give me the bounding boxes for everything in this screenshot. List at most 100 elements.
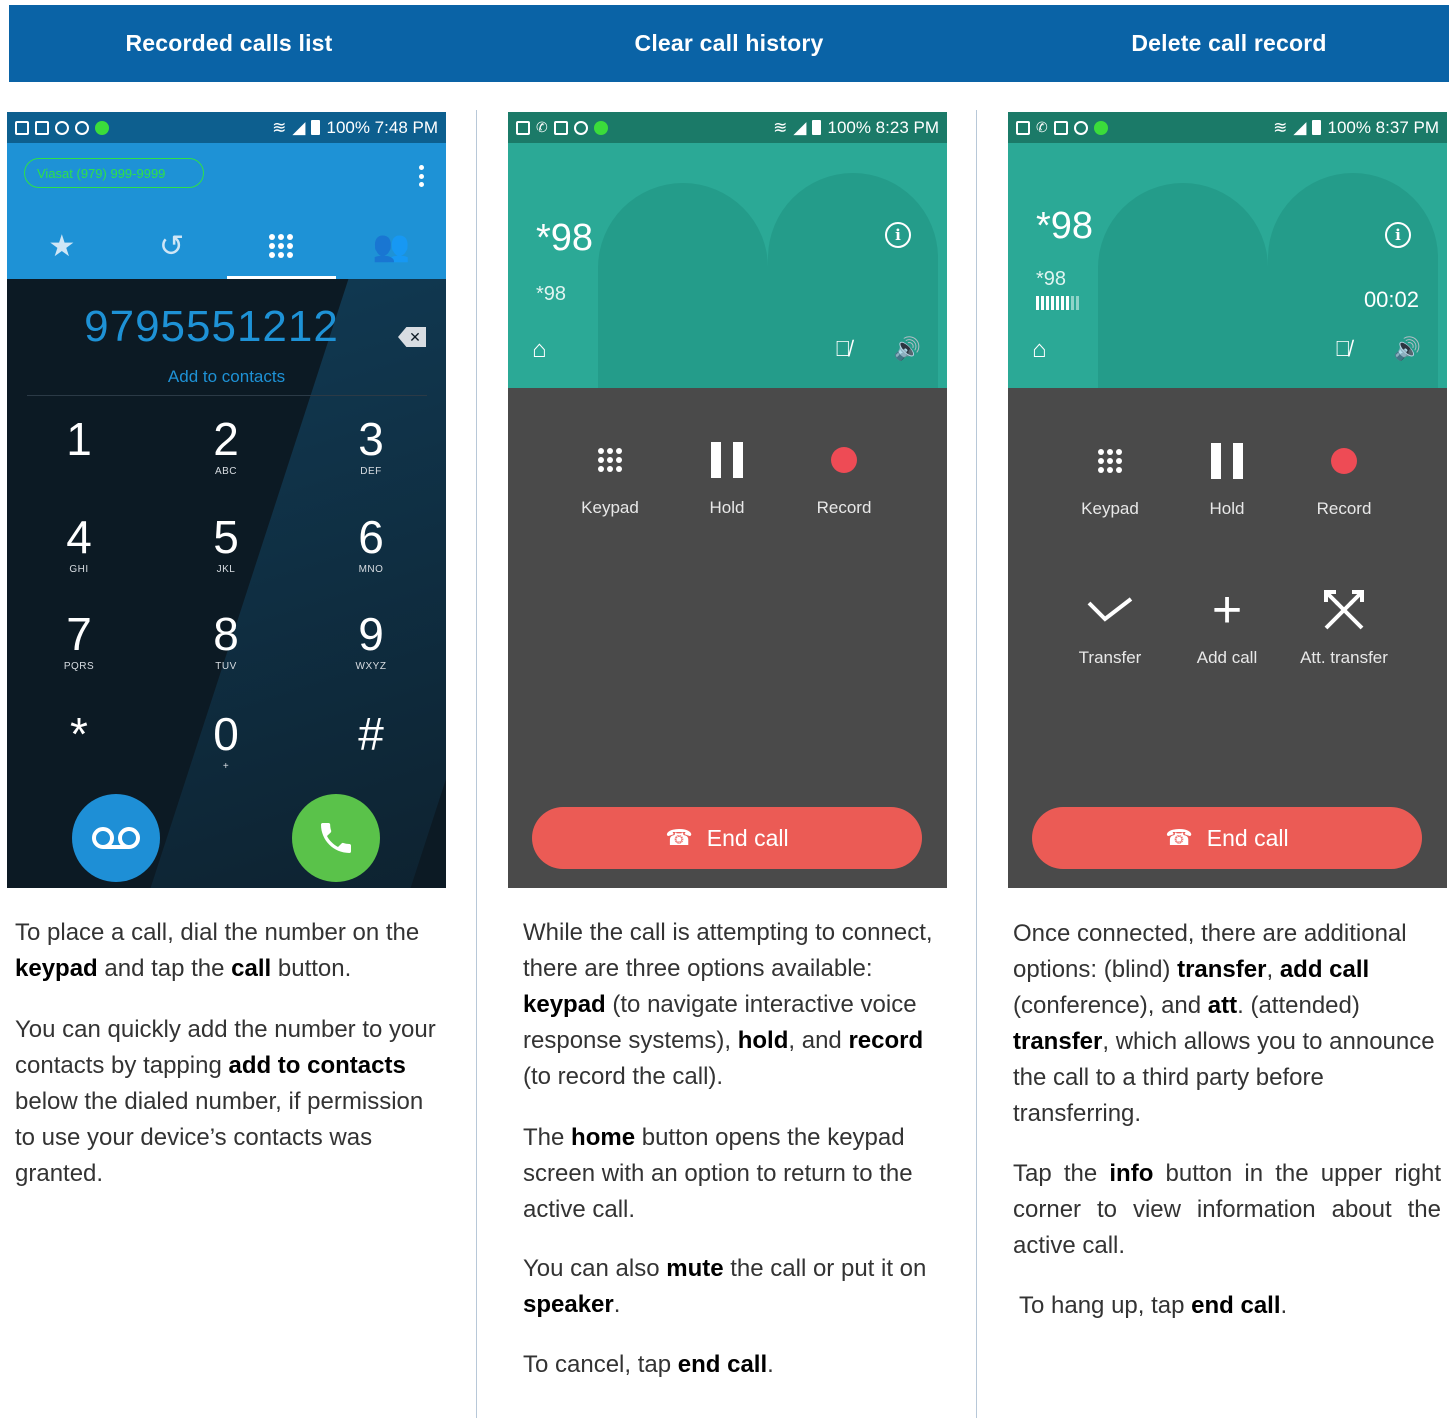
dialer-description-1: To place a call, dial the number on the …	[15, 919, 420, 982]
info-icon[interactable]: i	[1385, 222, 1411, 248]
notification-icon	[35, 120, 49, 135]
key-4[interactable]: 4 GHI	[19, 510, 139, 600]
info-icon[interactable]: i	[885, 222, 911, 248]
home-icon[interactable]: ⌂	[532, 336, 547, 364]
hold-label: Hold	[709, 498, 745, 517]
dialer-description-2: You can quickly add the number to your c…	[15, 1016, 436, 1187]
star-icon: ★	[48, 229, 76, 263]
record-label: Record	[816, 498, 872, 517]
transfer-icon	[1087, 597, 1133, 622]
end-call-button[interactable]: ☎ End call	[1032, 807, 1422, 869]
key-9[interactable]: 9 WXYZ	[311, 607, 431, 697]
attended-transfer-label: Att. transfer	[1300, 648, 1388, 667]
voicemail-button[interactable]	[72, 794, 160, 882]
status-right: ≋ ◢ 100% 8:23 PM	[773, 118, 939, 138]
hold-label: Hold	[1209, 499, 1245, 518]
tab-favorites[interactable]: ★	[7, 213, 117, 279]
record-icon	[831, 447, 857, 473]
dialer-top-bar: Viasat (979) 999-9999 ★ ↺ 👥	[7, 143, 446, 279]
status-bar: ✆ ≋ ◢ 100% 8:37 PM	[1008, 112, 1447, 143]
history-icon: ↺	[159, 229, 185, 263]
transfer-option[interactable]: Transfer	[1050, 582, 1170, 668]
notification-icon	[573, 120, 588, 135]
tab-recents[interactable]: ↺	[117, 213, 227, 279]
key-1[interactable]: 1	[19, 412, 139, 502]
keypad-option[interactable]: Keypad	[550, 432, 670, 518]
dialed-number: 9795551212	[84, 302, 339, 351]
add-to-contacts-link[interactable]: Add to contacts	[7, 367, 446, 387]
voicemail-icon	[92, 827, 140, 849]
divider	[27, 395, 427, 396]
plus-icon: +	[1211, 581, 1243, 639]
connected-description-1: Once connected, there are additional opt…	[1013, 920, 1435, 1127]
connected-call-screenshot: ✆ ≋ ◢ 100% 8:37 PM *98 *98 00:02 i ⌂ 🎙̸ …	[1008, 112, 1447, 888]
key-7[interactable]: 7 PQRS	[19, 607, 139, 697]
carrier-selector[interactable]: Viasat (979) 999-9999	[24, 158, 204, 188]
hold-option[interactable]: Hold	[1167, 433, 1287, 519]
tab-keypad[interactable]	[226, 213, 337, 279]
notification-icons: ✆	[516, 119, 608, 136]
key-5[interactable]: 5 JKL	[166, 510, 286, 600]
status-right: ≋ ◢ 100% 7:48 PM	[272, 118, 438, 138]
end-call-button[interactable]: ☎ End call	[532, 807, 922, 869]
call-timer: 00:02	[1363, 287, 1419, 312]
green-dot-icon	[95, 120, 109, 135]
connecting-description-3: You can also mute the call or put it on …	[523, 1255, 927, 1318]
wifi-icon: ≋	[773, 117, 788, 137]
key-8[interactable]: 8 TUV	[166, 607, 286, 697]
silhouette-graphic	[598, 183, 768, 388]
status-time: 100% 7:48 PM	[326, 117, 438, 137]
keypad-option[interactable]: Keypad	[1050, 433, 1170, 519]
key-star[interactable]: *	[19, 707, 139, 797]
column-divider	[476, 110, 477, 1418]
battery-icon	[812, 120, 822, 135]
call-number: *98	[536, 217, 594, 259]
call-header: *98 *98 00:02 i ⌂ 🎙̸ 🔊	[1008, 143, 1447, 388]
tab-contacts[interactable]: 👥	[336, 213, 446, 279]
speaker-icon[interactable]: 🔊	[894, 336, 921, 362]
status-time: 100% 8:23 PM	[827, 117, 939, 137]
key-2[interactable]: 2 ABC	[166, 412, 286, 502]
call-quality-indicator	[1036, 296, 1079, 310]
signal-icon: ◢	[793, 117, 807, 137]
connected-description-3: To hang up, tap end call.	[1019, 1292, 1288, 1319]
header-clear-call-history[interactable]: Clear call history	[509, 5, 949, 82]
status-bar: ≋ ◢ 100% 7:48 PM	[7, 112, 446, 143]
call-header: *98 *98 i ⌂ 🎙̸ 🔊	[508, 143, 947, 388]
transfer-label: Transfer	[1078, 648, 1142, 667]
phone-icon	[321, 823, 351, 853]
speaker-icon[interactable]: 🔊	[1394, 336, 1421, 362]
mute-icon[interactable]: 🎙̸	[1335, 336, 1352, 362]
hold-option[interactable]: Hold	[667, 432, 787, 518]
key-0[interactable]: 0 +	[166, 707, 286, 797]
hang-up-icon: ☎	[1165, 825, 1193, 850]
header-delete-call-record[interactable]: Delete call record	[1009, 5, 1449, 82]
call-button[interactable]	[292, 794, 380, 882]
signal-icon: ◢	[1293, 117, 1307, 137]
key-3[interactable]: 3 DEF	[311, 412, 431, 502]
green-dot-icon	[593, 120, 608, 135]
end-call-label: End call	[706, 824, 789, 851]
header-recorded-calls-list[interactable]: Recorded calls list	[9, 5, 449, 82]
mute-icon[interactable]: 🎙̸	[835, 336, 852, 362]
wifi-icon: ≋	[1273, 117, 1288, 137]
status-right: ≋ ◢ 100% 8:37 PM	[1273, 118, 1439, 138]
connecting-description-1: While the call is attempting to connect,…	[523, 919, 933, 1090]
key-6[interactable]: 6 MNO	[311, 510, 431, 600]
notification-icon	[1053, 120, 1068, 135]
home-icon[interactable]: ⌂	[1032, 336, 1047, 364]
end-call-label: End call	[1206, 824, 1289, 851]
add-call-option[interactable]: + Add call	[1167, 581, 1287, 668]
column-divider	[976, 110, 977, 1418]
dialpad-icon	[598, 448, 622, 472]
signal-icon: ◢	[292, 117, 306, 137]
call-sub-number: *98	[536, 283, 567, 305]
more-options-icon[interactable]	[419, 165, 424, 187]
record-label: Record	[1316, 499, 1372, 518]
key-hash[interactable]: #	[311, 707, 431, 797]
record-option[interactable]: Record	[1284, 433, 1404, 519]
record-option[interactable]: Record	[784, 432, 904, 518]
notification-icon	[75, 120, 89, 135]
connecting-description-4: To cancel, tap end call.	[523, 1351, 774, 1378]
attended-transfer-option[interactable]: Att. transfer	[1284, 582, 1404, 668]
